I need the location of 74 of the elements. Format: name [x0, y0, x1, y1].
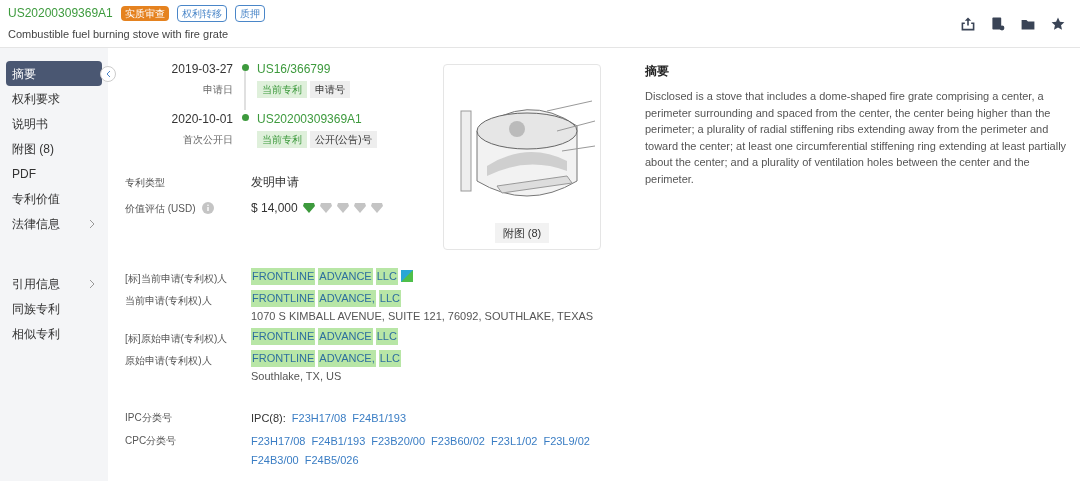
patent-link[interactable]: US20200309369A1	[257, 110, 377, 128]
tag: 当前专利	[257, 81, 307, 98]
applicant-link[interactable]: LLC	[378, 290, 401, 307]
address-text: 1070 S KIMBALL AVENUE, SUITE 121, 76092, SOUTHLAKE, TEXAS	[251, 308, 594, 324]
classification-link[interactable]: F24B1/193	[352, 410, 407, 427]
classification-link[interactable]: F24B5/026	[304, 452, 359, 469]
sidebar-item[interactable]: 法律信息	[6, 211, 102, 236]
classification-link[interactable]: F23L1/02	[490, 432, 538, 449]
date: 2019-03-27	[171, 61, 233, 78]
applicant-link[interactable]: FRONTLINE	[251, 328, 316, 345]
sidebar-item[interactable]: 专利价值	[6, 186, 102, 211]
field-label: 专利类型	[125, 175, 166, 190]
applicant-link[interactable]: ADVANCE	[318, 268, 373, 285]
sidebar-item[interactable]: 引用信息	[6, 271, 102, 296]
section-title: 摘要	[645, 63, 670, 80]
date: 2020-10-01	[171, 111, 233, 128]
figures-button[interactable]: 附图 (8)	[494, 222, 550, 243]
abstract-text: Disclosed is a stove that includes a dome-shaped fire grate comprising a center, a perimeter surrounding and spaced from the center, the center being higher than the perimeter; a plurality of radial stiffening ribs extending away from the perimeter and toward the center; at least one circumferential stiffening ring extending at least partially about the center; and a plurality of ventilation holes between the center and the perimeter.	[645, 89, 1068, 187]
sidebar-item[interactable]: 附图 (8)	[6, 136, 102, 161]
field-label: 当前申请(专利权)人	[125, 294, 213, 308]
sidebar-item[interactable]: 权利要求	[6, 86, 102, 111]
date-label: 首次公开日	[183, 133, 233, 147]
sidebar-item[interactable]: PDF	[6, 161, 102, 186]
gem-icon	[336, 203, 349, 213]
applicant-link[interactable]: ADVANCE	[318, 328, 373, 345]
classification-link[interactable]: F24B3/00	[251, 452, 299, 469]
export-icon[interactable]	[960, 15, 976, 32]
classification-link[interactable]: F23H17/08	[251, 432, 306, 449]
sidebar-item[interactable]: 同族专利	[6, 296, 102, 321]
document-icon[interactable]	[990, 15, 1006, 32]
status-badge: 权利转移	[176, 4, 227, 22]
status-badge: 实质审查	[120, 5, 169, 21]
tag: 公开(公告)号	[310, 131, 377, 148]
applicant-link[interactable]: LLC	[378, 350, 401, 367]
applicant-link[interactable]: ADVANCE,	[318, 290, 376, 307]
field-label: [标]当前申请(专利权)人	[125, 272, 229, 286]
patent-link[interactable]: US16/366799	[257, 60, 350, 78]
applicant-link[interactable]: FRONTLINE	[251, 290, 316, 307]
valuation-value: $ 14,000	[251, 200, 298, 217]
patent-title: Combustible fuel burning stove with fire grate	[8, 27, 230, 43]
sidebar-item[interactable]: 说明书	[6, 111, 102, 136]
gem-icon	[302, 203, 315, 213]
chevron-right-icon	[88, 218, 96, 229]
gem-icon	[370, 203, 383, 213]
ipc-prefix: IPC(8):	[251, 411, 286, 426]
applicant-link[interactable]: ADVANCE,	[318, 350, 376, 367]
tag: 申请号	[310, 81, 350, 98]
field-label: CPC分类号	[125, 433, 178, 448]
patent-number: US20200309369A1	[8, 5, 113, 23]
classification-link[interactable]: F23H17/08	[291, 410, 347, 427]
status-badge: 质押	[234, 4, 265, 22]
applicant-link[interactable]: LLC	[375, 268, 398, 285]
classification-link[interactable]: F23B20/00	[371, 432, 426, 449]
field-label: 原始申请(专利权)人	[125, 354, 213, 368]
tag: 当前专利	[257, 131, 307, 148]
gem-icon	[353, 203, 366, 213]
address-text: Southlake, TX, US	[251, 368, 343, 384]
classification-link[interactable]: F23L9/02	[543, 432, 590, 449]
applicant-link[interactable]: FRONTLINE	[251, 268, 316, 285]
date-label: 申请日	[203, 83, 233, 97]
sidebar-item[interactable]: 相似专利	[6, 321, 102, 346]
chevron-right-icon	[88, 278, 96, 289]
field-label: IPC分类号	[125, 411, 173, 425]
collapse-button[interactable]	[100, 66, 116, 82]
applicant-link[interactable]: FRONTLINE	[251, 350, 316, 367]
classification-link[interactable]: F23B60/02	[431, 432, 485, 449]
classification-link[interactable]: F24B1/193	[311, 432, 366, 449]
field-label: 价值评估 (USD)	[125, 201, 196, 216]
sidebar-item[interactable]: 摘要	[6, 61, 102, 86]
field-label: [标]原始申请(专利权)人	[125, 332, 229, 346]
patent-type: 发明申请	[251, 174, 299, 191]
gem-icon	[319, 203, 332, 213]
chevron-left-icon	[105, 70, 111, 78]
applicant-link[interactable]: LLC	[375, 328, 398, 345]
